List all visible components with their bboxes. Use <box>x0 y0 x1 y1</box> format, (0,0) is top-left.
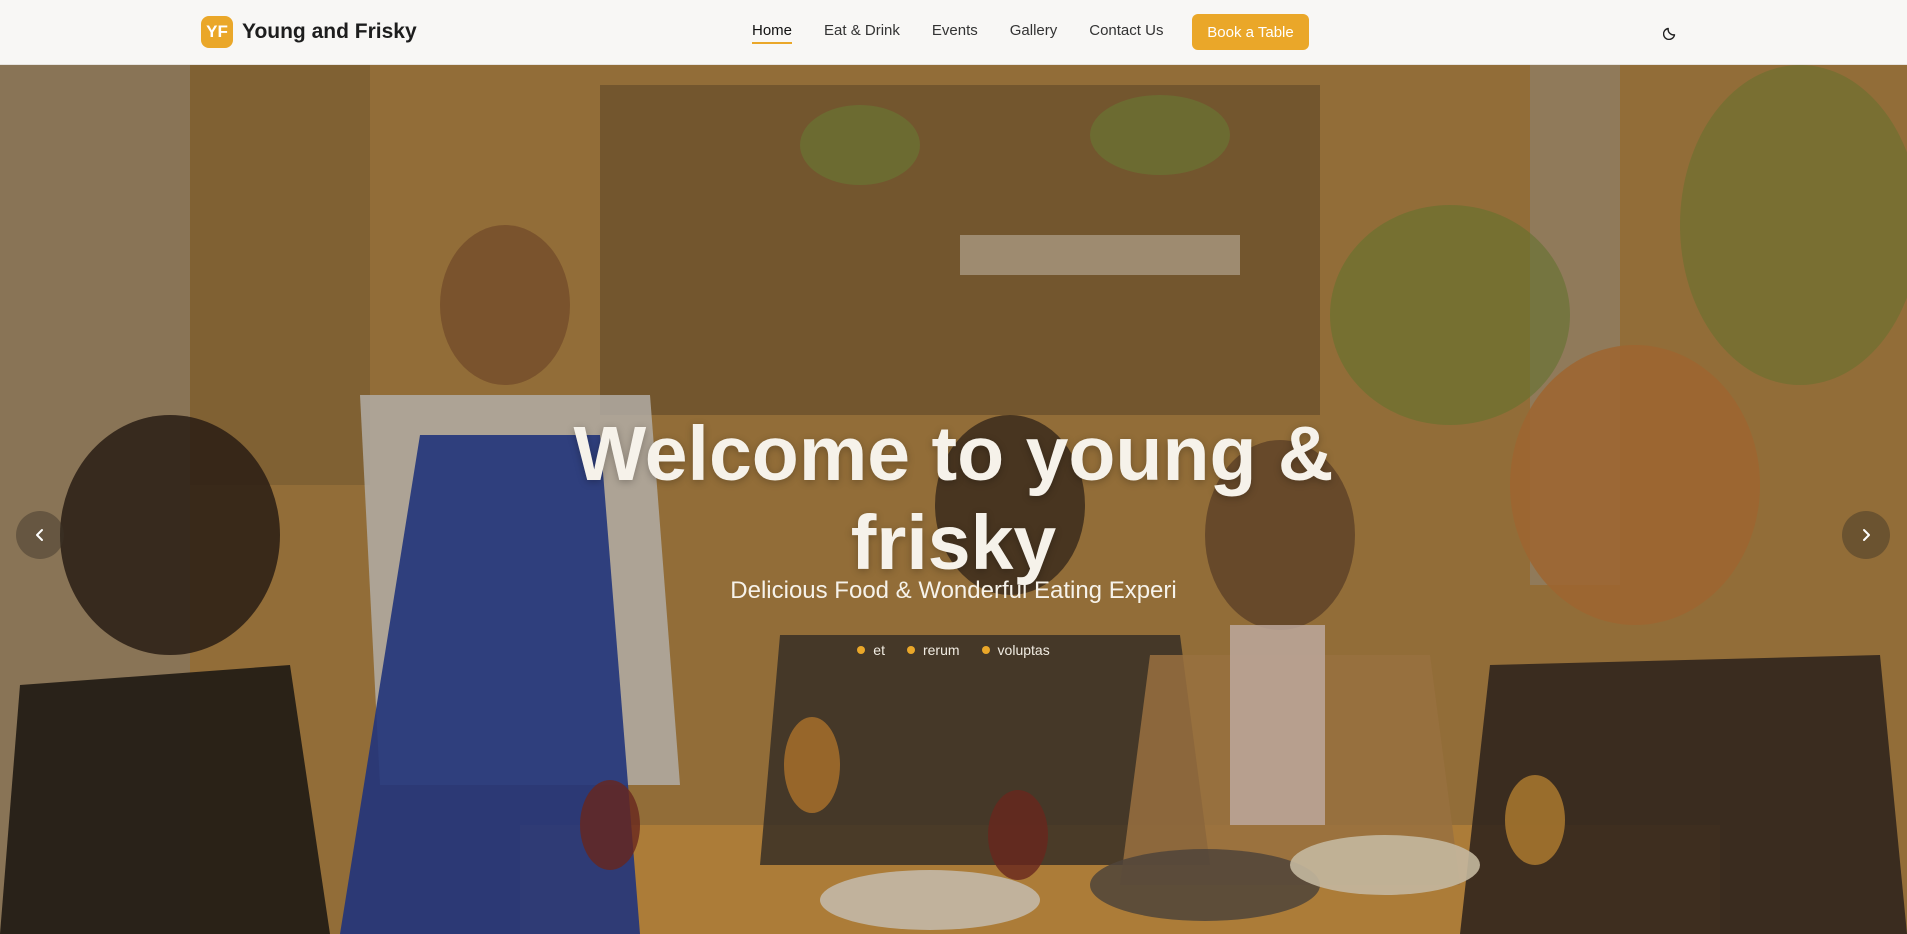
hero-tag: et <box>857 642 885 658</box>
nav-item-events[interactable]: Events <box>932 22 978 44</box>
nav-item-home[interactable]: Home <box>752 22 793 44</box>
brand-name: Young and Frisky <box>242 20 417 43</box>
hero-title: Welcome to young & frisky <box>573 411 1334 587</box>
carousel-next-button[interactable] <box>1842 511 1890 559</box>
carousel-prev-button[interactable] <box>16 511 64 559</box>
moon-icon[interactable] <box>1661 21 1681 43</box>
bullet-dot-icon <box>906 646 915 654</box>
hero-tag-label: et <box>873 642 885 658</box>
bullet-dot-icon <box>857 646 866 654</box>
nav-item-gallery[interactable]: Gallery <box>1010 22 1058 44</box>
nav-item-eat-drink[interactable]: Eat & Drink <box>824 22 900 44</box>
nav-item-contact-us[interactable]: Contact Us <box>1089 22 1163 44</box>
site-header: YF Young and Frisky Home Eat & Drink Eve… <box>0 0 1907 65</box>
hero-tag-label: voluptas <box>997 642 1050 658</box>
hero-tag: rerum <box>906 642 960 658</box>
chevron-left-icon <box>36 529 43 541</box>
brand-logo[interactable]: YF Young and Frisky <box>201 16 417 48</box>
main-nav: Home Eat & Drink Events Gallery Contact … <box>752 22 1163 44</box>
book-table-button[interactable]: Book a Table <box>1192 14 1309 50</box>
hero-subtitle: Delicious Food & Wonderful Eating Experi <box>730 577 1177 604</box>
hero-tag-label: rerum <box>922 642 960 658</box>
hero-tags: et rerum voluptas <box>0 642 1907 658</box>
hero-carousel: Welcome to young & frisky Delicious Food… <box>0 65 1907 934</box>
bullet-dot-icon <box>981 646 990 654</box>
chevron-right-icon <box>1863 529 1870 541</box>
hero-tag: voluptas <box>981 642 1050 658</box>
logo-badge: YF <box>201 16 233 48</box>
